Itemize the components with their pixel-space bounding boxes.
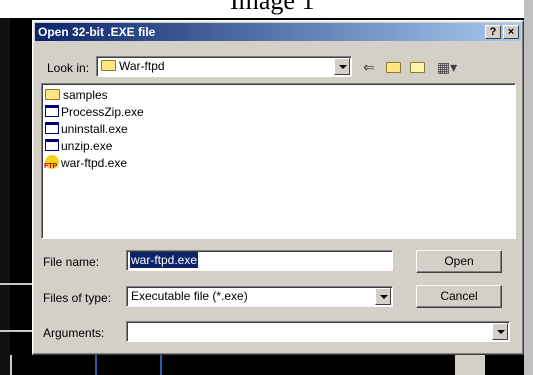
files-of-type-label: Files of type: [43, 291, 112, 305]
background-scroll-thumb [455, 355, 485, 375]
up-folder-icon[interactable] [383, 58, 403, 76]
list-item[interactable]: uninstall.exe [45, 121, 512, 138]
chevron-down-icon[interactable] [492, 323, 508, 340]
folder-icon [409, 62, 425, 73]
list-item[interactable]: ProcessZip.exe [45, 104, 512, 121]
list-item[interactable]: war-ftpd.exe [44, 155, 512, 175]
open-button[interactable]: Open [416, 250, 502, 273]
exe-icon [45, 139, 59, 151]
back-arrow-icon[interactable]: ⇐ [359, 58, 379, 76]
files-of-type-value: Executable file (*.exe) [131, 289, 248, 303]
list-item[interactable]: unzip.exe [45, 138, 512, 155]
background-divider [0, 283, 32, 285]
background-divider [10, 355, 12, 375]
views-menu-icon[interactable]: ▦▾ [433, 58, 461, 76]
background-panel [0, 18, 10, 375]
file-name: war-ftpd.exe [61, 156, 128, 170]
folder-icon [45, 89, 60, 100]
look-in-label: Look in: [47, 61, 90, 75]
cancel-button[interactable]: Cancel [416, 285, 502, 308]
file-name-field[interactable]: war-ftpd.exe [126, 250, 393, 271]
dialog-title: Open 32-bit .EXE file [38, 25, 156, 39]
file-name-value: war-ftpd.exe [130, 252, 199, 268]
open-file-dialog: Open 32-bit .EXE file ? × Look in: War-f… [32, 20, 524, 355]
files-of-type-combo[interactable]: Executable file (*.exe) [126, 286, 393, 307]
background-divider [524, 0, 533, 375]
background-caption-strip: Image 1 [0, 0, 533, 18]
close-button[interactable]: × [503, 25, 519, 39]
chevron-down-icon[interactable] [334, 58, 350, 75]
exe-icon [45, 105, 59, 117]
folder-icon [385, 62, 401, 73]
background-caption: Image 1 [230, 0, 315, 15]
arguments-label: Arguments: [43, 326, 105, 340]
file-name: unzip.exe [61, 139, 113, 153]
folder-icon [101, 60, 116, 71]
ftp-icon [44, 155, 59, 175]
look-in-value: War-ftpd [119, 59, 165, 73]
file-name: samples [63, 88, 108, 102]
new-folder-icon[interactable] [407, 58, 427, 76]
help-button[interactable]: ? [485, 25, 501, 39]
file-name-label: File name: [43, 255, 100, 269]
exe-icon [45, 122, 59, 134]
file-list[interactable]: samples ProcessZip.exe uninstall.exe unz… [41, 83, 516, 239]
look-in-combo[interactable]: War-ftpd [96, 56, 352, 77]
background-divider [0, 330, 32, 332]
chevron-down-icon[interactable] [375, 288, 391, 305]
file-name: uninstall.exe [61, 122, 128, 136]
title-bar[interactable]: Open 32-bit .EXE file ? × [35, 23, 521, 41]
background-divider [160, 355, 162, 375]
arguments-combo[interactable] [126, 321, 510, 342]
file-name: ProcessZip.exe [61, 105, 144, 119]
background-divider [95, 355, 97, 375]
list-item[interactable]: samples [45, 87, 512, 104]
